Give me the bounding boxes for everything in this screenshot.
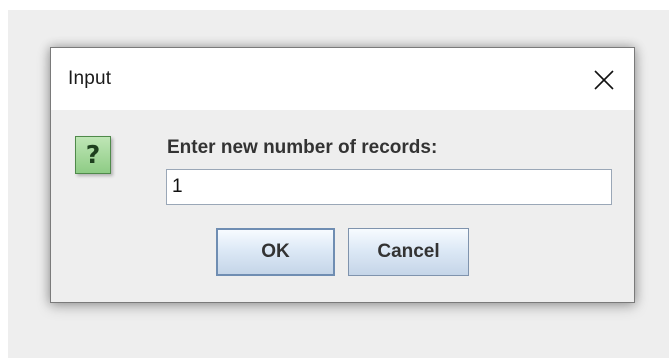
question-icon: ? xyxy=(75,136,111,174)
cancel-button[interactable]: Cancel xyxy=(348,228,469,276)
ok-button[interactable]: OK xyxy=(216,228,335,276)
question-glyph: ? xyxy=(85,140,101,169)
prompt-label: Enter new number of records: xyxy=(167,137,438,158)
input-dialog: Input ? Enter new number of records: OK … xyxy=(50,47,635,303)
records-input[interactable] xyxy=(166,169,612,205)
dialog-title: Input xyxy=(68,68,112,89)
close-button[interactable] xyxy=(572,48,634,110)
close-icon xyxy=(594,70,614,90)
title-bar[interactable]: Input xyxy=(51,48,634,110)
